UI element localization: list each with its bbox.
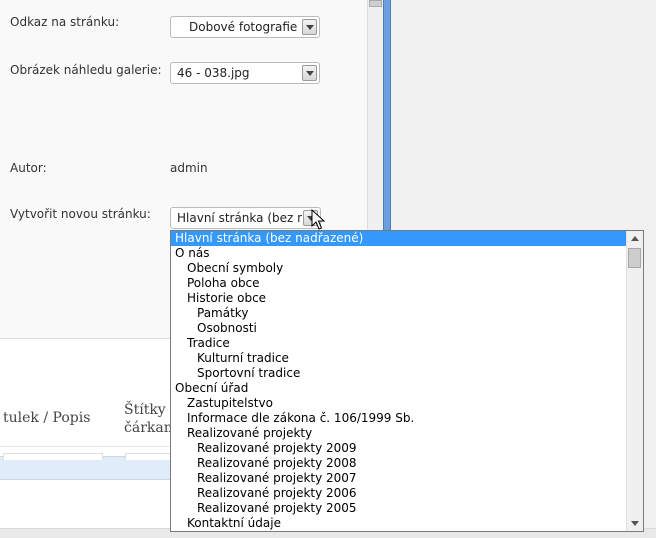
dropdown-scroll-thumb[interactable]	[628, 248, 641, 268]
chevron-down-icon[interactable]	[302, 65, 317, 81]
dropdown-option[interactable]: Poloha obce	[171, 276, 643, 291]
page-dropdown-list[interactable]: Hlavní stránka (bez nadřazené) O nás Obecn…	[170, 230, 644, 532]
scroll-down-icon[interactable]	[627, 515, 642, 531]
gallery-thumb-label: Obrázek náhledu galerie:	[10, 63, 162, 77]
link-select-value: Dobové fotografie	[189, 20, 298, 34]
new-page-select[interactable]: Hlavní stránka (bez nad	[170, 207, 321, 229]
dropdown-options: Hlavní stránka (bez nadřazené) O nás Obecn…	[171, 231, 643, 531]
dropdown-option[interactable]: Obecní úřad	[171, 381, 643, 396]
mouse-cursor-icon	[311, 209, 325, 230]
dropdown-option[interactable]: O nás	[171, 246, 643, 261]
gallery-thumb-select[interactable]: 46 - 038.jpg	[170, 62, 320, 84]
dropdown-option[interactable]: Kulturní tradice	[171, 351, 643, 366]
dropdown-option[interactable]: Zastupitelstvo	[171, 396, 643, 411]
new-page-label: Vytvořit novou stránku:	[10, 207, 151, 221]
scroll-up-icon[interactable]	[627, 231, 642, 247]
link-label: Odkaz na stránku:	[10, 15, 120, 29]
chevron-down-icon[interactable]	[302, 19, 317, 35]
dropdown-option[interactable]: Realizované projekty 2008	[171, 456, 643, 471]
dropdown-option[interactable]: Památky	[171, 306, 643, 321]
dropdown-option[interactable]: Obecní symboly	[171, 261, 643, 276]
author-label: Autor:	[10, 161, 47, 175]
dropdown-option[interactable]: Osobnosti	[171, 321, 643, 336]
dropdown-option[interactable]: Tradice	[171, 336, 643, 351]
dropdown-option[interactable]: Historie obce	[171, 291, 643, 306]
column-tags-header-line1[interactable]: Štítky (	[124, 402, 176, 418]
dropdown-option[interactable]: Informace dle zákona č. 106/1999 Sb.	[171, 411, 643, 426]
caption-input-edge[interactable]	[3, 453, 103, 460]
link-select[interactable]: Dobové fotografie	[170, 16, 320, 38]
dropdown-scrollbar[interactable]	[626, 231, 643, 531]
author-value: admin	[170, 161, 208, 175]
scrollbar-thumb[interactable]	[369, 0, 382, 7]
dropdown-option[interactable]: Realizované projekty 2006	[171, 486, 643, 501]
column-caption-header[interactable]: tulek / Popis	[3, 410, 90, 426]
new-page-select-value: Hlavní stránka (bez nad	[177, 211, 302, 225]
dropdown-option[interactable]: Realizované projekty 2009	[171, 441, 643, 456]
dropdown-option[interactable]: Kontaktní údaje	[171, 516, 643, 531]
dropdown-option[interactable]: Realizované projekty 2005	[171, 501, 643, 516]
dropdown-option[interactable]: Realizované projekty	[171, 426, 643, 441]
dropdown-option[interactable]: Sportovní tradice	[171, 366, 643, 381]
dropdown-option[interactable]: Realizované projekty 2007	[171, 471, 643, 486]
gallery-thumb-value: 46 - 038.jpg	[177, 66, 250, 80]
dropdown-option[interactable]: Hlavní stránka (bez nadřazené)	[171, 231, 643, 246]
